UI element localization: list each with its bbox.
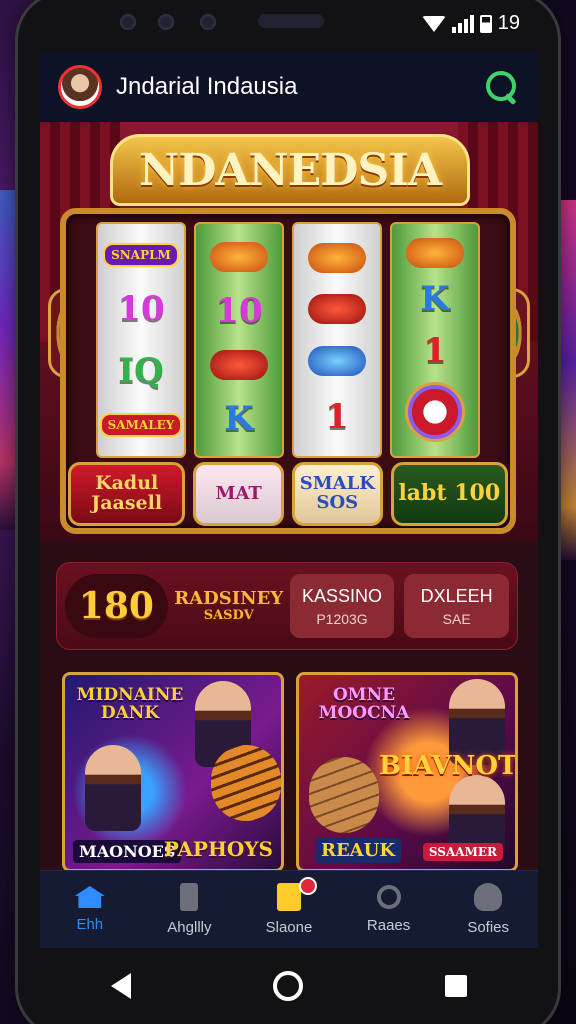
signal-icon	[451, 14, 474, 33]
tab-sofies[interactable]: Sofies	[438, 871, 538, 948]
tab-slaone[interactable]: Slaone	[239, 871, 339, 948]
camera-dot-icon	[158, 14, 174, 30]
status-bar: 19	[40, 0, 540, 52]
reel-4: K 1	[390, 222, 480, 458]
recent-apps-icon[interactable]	[445, 975, 467, 997]
game-title: MIDNAINE DANK	[76, 685, 184, 723]
promo-title: RADSINEY	[174, 587, 284, 609]
search-icon	[376, 885, 401, 909]
camera-dot-icon	[200, 14, 216, 30]
tiger-figure	[211, 745, 281, 821]
burger-symbol-icon	[406, 237, 464, 268]
reel-2: 10 K	[194, 222, 284, 458]
notification-dot-icon	[299, 877, 318, 895]
system-nav-bar	[40, 948, 538, 1024]
jackpot-badge[interactable]: 180	[65, 574, 168, 638]
game-tile[interactable]: MIDNAINE DANK MAONOES PAPHOYS	[62, 672, 284, 872]
tab-raaes[interactable]: Raaes	[339, 871, 439, 948]
profile-avatar[interactable]	[58, 65, 102, 109]
slot-machine-banner[interactable]: NDANEDSIA SNAPLM 10 IQ SAMALEY 10 K 1 K …	[40, 122, 538, 542]
reel-symbol: K	[420, 279, 450, 320]
reel-badge: SNAPLM	[103, 243, 179, 267]
bag-icon	[276, 883, 301, 911]
card-subtitle: SAE	[442, 610, 471, 627]
dxleeh-card[interactable]: DXLEEH SAE	[404, 574, 509, 638]
gem-symbol-icon	[308, 345, 366, 376]
tab-label: Ehh	[76, 916, 104, 933]
game-tile[interactable]: OMNE MOOCNA BIAVNOT REAUK SSAAMER	[296, 672, 518, 872]
coin-symbol-icon	[405, 382, 465, 443]
chili-symbol-icon	[308, 242, 366, 273]
lion-figure	[309, 757, 379, 833]
tab-home[interactable]: Ehh	[40, 871, 140, 948]
game-footer-right: SSAAMER	[422, 843, 503, 861]
battery-icon	[479, 14, 492, 33]
reel-symbol: IQ	[118, 351, 164, 391]
reel-symbol: 1	[423, 330, 447, 371]
reel-symbol: 10	[117, 289, 165, 329]
reel-symbol: 1	[325, 397, 349, 438]
search-icon[interactable]	[484, 69, 520, 105]
speaker-grille	[258, 14, 324, 28]
game-footer-left: REAUK	[315, 838, 401, 863]
home-button-icon[interactable]	[273, 971, 303, 1001]
reel-badge: SAMALEY	[99, 413, 183, 437]
reel-symbol: K	[224, 398, 254, 439]
reel-1: SNAPLM 10 IQ SAMALEY	[96, 222, 186, 458]
promo-card[interactable]: RADSINEY SASDV	[174, 574, 283, 638]
bottom-tab-bar: Ehh Ahgllly Slaone Raaes Sofies	[40, 870, 538, 948]
quick-links-row: 180 RADSINEY SASDV KASSINO P1203G DXLEEH…	[56, 562, 518, 650]
app-screen: Jndarial Indausia NDANEDSIA SNAPLM 10 IQ…	[40, 52, 538, 948]
game-tiles: MIDNAINE DANK MAONOES PAPHOYS OMNE MOOCN…	[62, 672, 518, 872]
status-time: 19	[497, 12, 520, 34]
kassino-card[interactable]: KASSINO P1203G	[289, 574, 395, 638]
woman-figure	[85, 745, 141, 831]
tab-label: Sofies	[467, 919, 510, 936]
card-title: DXLEEH	[420, 585, 493, 606]
app-header: Jndarial Indausia	[40, 52, 538, 122]
lips-symbol-icon	[308, 294, 366, 325]
slot-button-3[interactable]: SMALK SOS	[292, 462, 383, 526]
slot-marquee-title: NDANEDSIA	[110, 134, 470, 206]
tab-label: Slaone	[265, 919, 313, 936]
reel-frame: SNAPLM 10 IQ SAMALEY 10 K 1 K 1 Kadul Ja…	[60, 208, 516, 534]
chili-symbol-icon	[210, 349, 268, 380]
home-icon	[74, 886, 105, 908]
tab-label: Raaes	[366, 917, 411, 934]
app-title: Jndarial Indausia	[116, 73, 298, 100]
slot-button-1[interactable]: Kadul Jaasell	[68, 462, 186, 526]
user-icon	[474, 883, 503, 911]
reel-symbol: 10	[215, 290, 263, 331]
game-headline: BIAVNOT	[379, 751, 518, 781]
reel-3: 1	[292, 222, 382, 458]
status-icons: 19	[421, 12, 520, 35]
game-footer-right: PAPHOYS	[163, 837, 273, 861]
game-title: OMNE MOOCNA	[318, 685, 410, 723]
chili-symbol-icon	[210, 241, 268, 272]
phone-icon	[180, 883, 199, 911]
slot-buttons: Kadul Jaasell MAT SMALK SOS labt 100	[68, 462, 508, 526]
slot-reels: SNAPLM 10 IQ SAMALEY 10 K 1 K 1	[96, 222, 480, 458]
tab-label: Ahgllly	[167, 919, 212, 936]
promo-subtitle: SASDV	[203, 607, 254, 623]
card-subtitle: P1203G	[316, 610, 368, 627]
tab-ahgllly[interactable]: Ahgllly	[140, 871, 240, 948]
back-icon[interactable]	[111, 973, 131, 999]
slot-button-4[interactable]: labt 100	[390, 462, 508, 526]
camera-dot-icon	[120, 14, 136, 30]
wifi-icon	[421, 15, 446, 32]
card-title: KASSINO	[302, 585, 383, 606]
slot-button-2[interactable]: MAT	[193, 462, 284, 526]
